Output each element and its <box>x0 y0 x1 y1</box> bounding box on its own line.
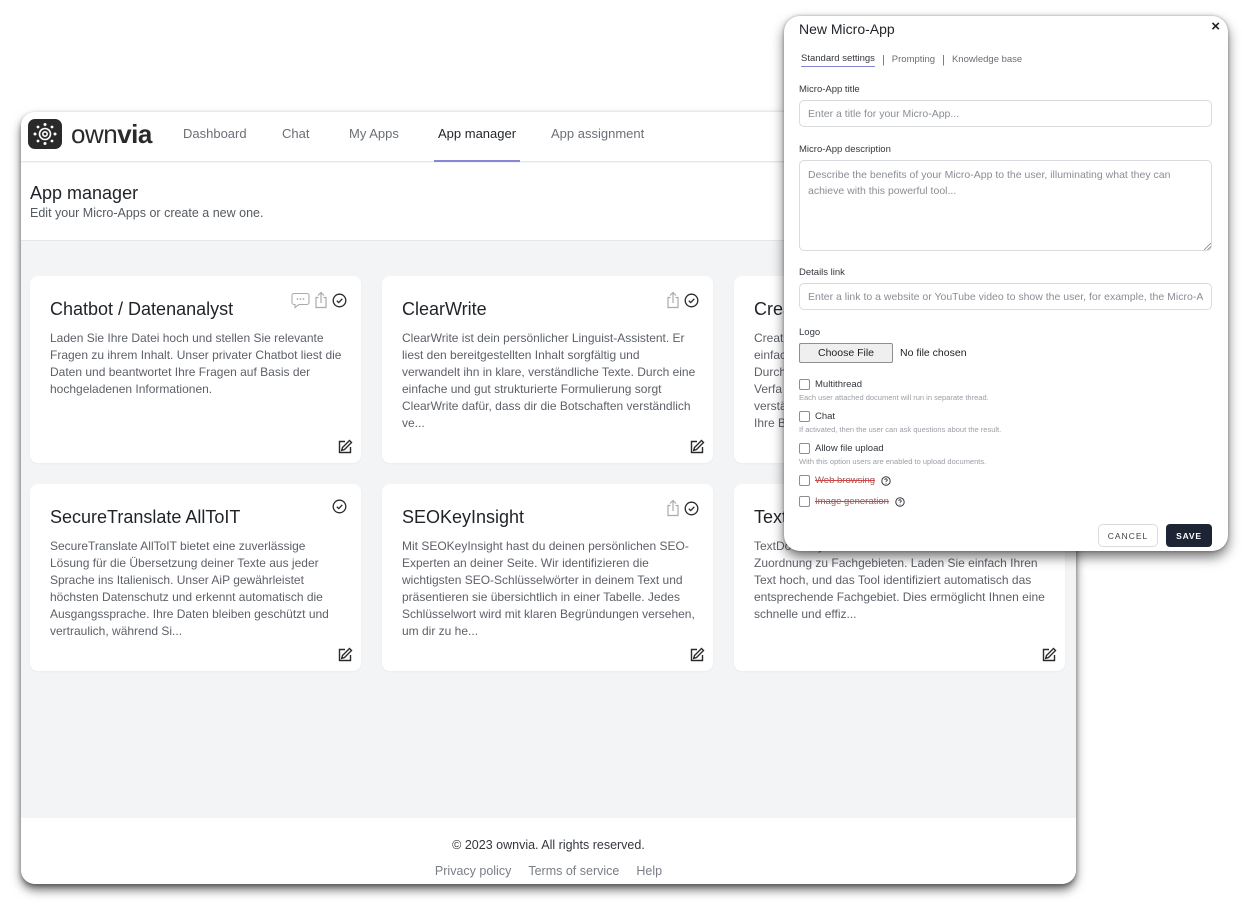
details-link-input[interactable] <box>799 283 1212 310</box>
edit-icon[interactable] <box>689 439 705 455</box>
card-title: ClearWrite <box>402 299 487 319</box>
card-description: Mit SEOKeyInsight hast du deinen persönl… <box>402 539 695 638</box>
app-card[interactable]: ClearWrite ClearWrite ist dein persönlic… <box>382 276 713 463</box>
nav-app-assignment[interactable]: App assignment <box>551 112 644 162</box>
footer: © 2023 ownvia. All rights reserved. Priv… <box>21 818 1076 884</box>
logo-label: Logo <box>799 327 821 338</box>
chat-label: Chat <box>815 411 836 422</box>
share-icon[interactable] <box>666 499 680 517</box>
nav-app-manager[interactable]: App manager <box>433 112 521 162</box>
web-browsing-checkbox[interactable] <box>799 475 810 486</box>
nav-chat[interactable]: Chat <box>282 112 309 162</box>
tab-standard-settings[interactable]: Standard settings <box>801 53 875 67</box>
tab-prompting[interactable]: Prompting <box>892 54 935 67</box>
choose-file-button[interactable]: Choose File <box>799 343 893 363</box>
chat-checkbox[interactable] <box>799 411 810 422</box>
title-label: Micro-App title <box>799 84 860 95</box>
edit-icon[interactable] <box>689 647 705 663</box>
edit-icon[interactable] <box>1041 647 1057 663</box>
logo-file-input: Choose File No file chosen <box>799 343 1212 363</box>
image-generation-option: Image generation <box>799 496 905 507</box>
share-icon[interactable] <box>314 291 328 309</box>
check-circle-icon[interactable] <box>332 499 347 514</box>
app-card[interactable]: SEOKeyInsight Mit SEOKeyInsight hast du … <box>382 484 713 671</box>
details-link-label: Details link <box>799 267 845 278</box>
resize-handle-icon[interactable] <box>1204 243 1211 250</box>
file-upload-label: Allow file upload <box>815 443 884 454</box>
terms-of-service-link[interactable]: Terms of service <box>528 864 619 878</box>
logo[interactable]: ownvia <box>28 119 152 149</box>
card-title: Text <box>754 507 788 527</box>
web-browsing-option: Web browsing <box>799 475 891 486</box>
check-circle-icon[interactable] <box>332 293 347 308</box>
tab-knowledge-base[interactable]: Knowledge base <box>952 54 1022 67</box>
tab-divider: | <box>942 54 945 66</box>
close-icon[interactable]: × <box>1211 18 1220 35</box>
multithread-hint: Each user attached document will run in … <box>799 393 989 402</box>
modal-tabs: Standard settings | Prompting | Knowledg… <box>801 53 1022 67</box>
edit-icon[interactable] <box>337 439 353 455</box>
chat-option: Chat <box>799 411 835 422</box>
chat-hint: If activated, then the user can ask ques… <box>799 425 1002 434</box>
app-card[interactable]: Chatbot / Datenanalyst Laden Sie Ihre Da… <box>30 276 361 463</box>
ownvia-logo-icon <box>28 119 62 149</box>
copyright: © 2023 ownvia. All rights reserved. <box>452 838 645 852</box>
title-input[interactable] <box>799 100 1212 127</box>
multithread-label: Multithread <box>815 379 862 390</box>
page-title: App manager <box>30 183 139 203</box>
tab-divider: | <box>881 54 885 66</box>
cancel-button[interactable]: CANCEL <box>1098 524 1158 547</box>
card-title: SecureTranslate AllToIT <box>50 507 241 527</box>
card-title: SEOKeyInsight <box>402 507 525 527</box>
save-button[interactable]: SAVE <box>1166 524 1212 547</box>
multithread-option: Multithread <box>799 379 862 390</box>
app-card[interactable]: SecureTranslate AllToIT SecureTranslate … <box>30 484 361 671</box>
description-label: Micro-App description <box>799 144 891 155</box>
page-subtitle: Edit your Micro-Apps or create a new one… <box>30 206 264 220</box>
chat-icon[interactable] <box>291 292 310 309</box>
file-status: No file chosen <box>900 347 967 359</box>
check-circle-icon[interactable] <box>684 293 699 308</box>
privacy-policy-link[interactable]: Privacy policy <box>435 864 511 878</box>
share-icon[interactable] <box>666 291 680 309</box>
image-generation-checkbox[interactable] <box>799 496 810 507</box>
card-title: Chatbot / Datenanalyst <box>50 299 234 319</box>
help-icon[interactable] <box>881 475 891 486</box>
multithread-checkbox[interactable] <box>799 379 810 390</box>
help-link[interactable]: Help <box>636 864 662 878</box>
description-textarea[interactable]: Describe the benefits of your Micro-App … <box>799 160 1212 251</box>
image-generation-label: Image generation <box>815 496 889 507</box>
help-icon[interactable] <box>895 496 905 507</box>
new-micro-app-modal: New Micro-App × Standard settings | Prom… <box>784 16 1228 551</box>
card-description: Laden Sie Ihre Datei hoch und stellen Si… <box>50 331 342 396</box>
modal-title: New Micro-App <box>799 21 895 37</box>
card-description: ClearWrite ist dein persönlicher Linguis… <box>402 331 696 430</box>
file-upload-checkbox[interactable] <box>799 443 810 454</box>
brand-name: ownvia <box>71 119 152 149</box>
nav-dashboard[interactable]: Dashboard <box>183 112 247 162</box>
card-description: SecureTranslate AllToIT bietet eine zuve… <box>50 539 329 638</box>
nav-my-apps[interactable]: My Apps <box>349 112 399 162</box>
check-circle-icon[interactable] <box>684 501 699 516</box>
web-browsing-label: Web browsing <box>815 475 876 486</box>
file-upload-hint: With this option users are enabled to up… <box>799 457 987 466</box>
edit-icon[interactable] <box>337 647 353 663</box>
file-upload-option: Allow file upload <box>799 443 884 454</box>
